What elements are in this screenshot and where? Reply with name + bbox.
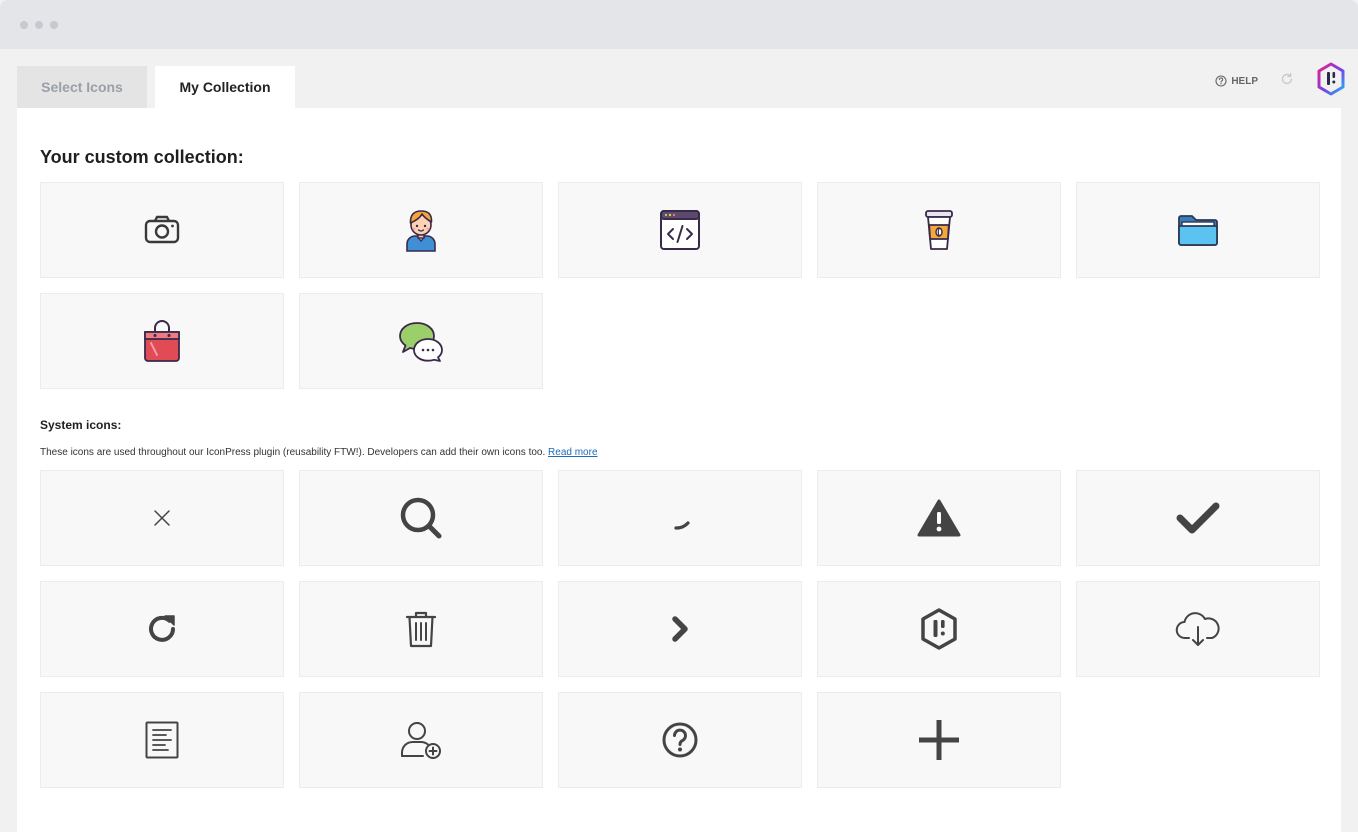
checkmark-icon (1176, 502, 1220, 534)
title-bar (0, 0, 1358, 49)
spinner-icon (674, 521, 690, 530)
read-more-link[interactable]: Read more (548, 447, 597, 458)
folder-icon (1178, 215, 1218, 246)
question-circle-icon (662, 722, 698, 758)
iconpress-logo-icon (1317, 62, 1345, 95)
camera-icon (144, 215, 180, 244)
system-icon-tile-chevron[interactable] (558, 581, 802, 677)
help-circle-icon (1215, 75, 1227, 87)
system-icon-tile-plus[interactable] (817, 692, 1061, 788)
coffee-cup-icon (925, 210, 953, 250)
custom-icon-tile-code[interactable] (558, 182, 802, 278)
custom-icon-tile-chat[interactable] (299, 293, 543, 389)
shopping-bag-icon (144, 320, 180, 362)
close-icon (154, 510, 170, 526)
help-label: HELP (1231, 75, 1258, 87)
custom-icon-tile-bag[interactable] (40, 293, 284, 389)
window-dot-maximize[interactable] (50, 21, 58, 29)
system-icon-tile-check[interactable] (1076, 470, 1320, 566)
tab-select-icons[interactable]: Select Icons (17, 66, 147, 108)
system-icon-tile-search[interactable] (299, 470, 543, 566)
system-icon-tile-question[interactable] (558, 692, 802, 788)
system-icon-tile-refresh[interactable] (40, 581, 284, 677)
custom-icon-tile-avatar[interactable] (299, 182, 543, 278)
system-icons-description: These icons are used throughout our Icon… (40, 447, 598, 458)
search-icon (400, 497, 442, 539)
system-icon-tile-trash[interactable] (299, 581, 543, 677)
system-icon-tile-document[interactable] (40, 692, 284, 788)
refresh-icon (1281, 72, 1293, 84)
cloud-download-icon (1175, 612, 1220, 646)
chevron-right-icon (672, 616, 688, 642)
document-icon (145, 721, 179, 759)
system-icon-tile-warning[interactable] (817, 470, 1061, 566)
chat-bubbles-icon (399, 322, 443, 362)
code-window-icon (660, 210, 700, 250)
top-right-toolbar: HELP (1215, 62, 1346, 101)
refresh-button[interactable] (1280, 72, 1294, 91)
boy-avatar-icon (406, 210, 436, 252)
custom-icon-tile-coffee[interactable] (817, 182, 1061, 278)
app-window: Select Icons My Collection HELP Your cus… (0, 0, 1358, 832)
system-icon-tile-cloud[interactable] (1076, 581, 1320, 677)
custom-icon-tile-folder[interactable] (1076, 182, 1320, 278)
help-button[interactable]: HELP (1215, 75, 1258, 87)
system-icon-tile-add-user[interactable] (299, 692, 543, 788)
system-icon-tile-iconpress[interactable] (817, 581, 1061, 677)
iconpress-hex-icon (921, 608, 957, 650)
warning-icon (917, 499, 961, 537)
system-icon-tile-close[interactable] (40, 470, 284, 566)
custom-icon-tile-camera[interactable] (40, 182, 284, 278)
iconpress-logo[interactable] (1316, 62, 1346, 101)
add-user-icon (401, 722, 441, 759)
system-icon-tile-spinner[interactable] (558, 470, 802, 566)
system-description-text: These icons are used throughout our Icon… (40, 447, 546, 458)
tab-my-collection[interactable]: My Collection (155, 66, 295, 108)
refresh-icon (149, 615, 175, 642)
plus-icon (919, 720, 959, 760)
collection-panel: Your custom collection: System icons: Th… (17, 108, 1341, 832)
trash-icon (405, 611, 437, 648)
custom-collection-heading: Your custom collection: (40, 147, 244, 167)
window-dot-close[interactable] (20, 21, 28, 29)
window-dot-minimize[interactable] (35, 21, 43, 29)
system-icons-heading: System icons: (40, 418, 122, 432)
